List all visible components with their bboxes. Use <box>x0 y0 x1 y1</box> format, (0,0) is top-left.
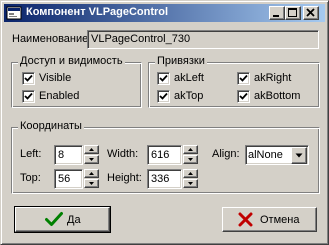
arrow-down-icon <box>188 182 193 185</box>
arrow-down-icon <box>188 158 193 161</box>
cancel-button[interactable]: Отмена <box>222 207 317 232</box>
name-value: VLPageControl_730 <box>91 33 191 45</box>
akleft-label: akLeft <box>174 72 204 84</box>
height-value: 336 <box>151 173 170 185</box>
checkmark-icon <box>159 92 168 100</box>
arrow-up-icon <box>188 172 193 175</box>
cancel-label: Отмена <box>260 214 300 226</box>
akright-label: akRight <box>254 72 292 84</box>
akright-checkbox[interactable] <box>237 72 250 85</box>
access-group-title: Доступ и видимость <box>18 55 125 67</box>
dialog-window: Компонент VLPageControl Наименование: VL… <box>0 0 329 245</box>
top-label: Top: <box>20 172 41 184</box>
width-spin-down[interactable] <box>183 155 198 164</box>
maximize-button[interactable] <box>285 6 301 20</box>
checkmark-icon <box>239 92 248 100</box>
arrow-up-icon <box>89 148 94 151</box>
minimize-button[interactable] <box>269 6 285 20</box>
enabled-label: Enabled <box>39 90 80 102</box>
width-spinner <box>183 145 198 165</box>
left-spinner <box>84 145 99 165</box>
ok-button[interactable]: Да <box>14 206 111 233</box>
close-icon <box>306 8 315 17</box>
height-spin-down[interactable] <box>183 179 198 188</box>
maximize-icon <box>288 8 297 17</box>
akleft-checkbox[interactable] <box>157 72 170 85</box>
component-icon <box>6 5 22 21</box>
width-label: Width: <box>107 148 139 160</box>
anchors-group-title: Привязки <box>155 55 207 67</box>
height-label: Height: <box>107 172 142 184</box>
left-value: 8 <box>58 149 65 161</box>
left-label: Left: <box>20 148 42 160</box>
visible-checkbox[interactable] <box>22 72 35 85</box>
minimize-icon <box>273 15 279 17</box>
chevron-down-icon <box>295 153 303 158</box>
arrow-down-icon <box>89 182 94 185</box>
top-spinner <box>84 169 99 189</box>
checkmark-icon <box>45 212 63 226</box>
width-input[interactable]: 616 <box>147 145 182 165</box>
height-input[interactable]: 336 <box>147 169 182 189</box>
top-value: 56 <box>58 173 71 185</box>
height-spin-up[interactable] <box>183 169 198 178</box>
checkmark-icon <box>24 92 33 100</box>
arrow-up-icon <box>188 148 193 151</box>
name-label: Наименование: <box>12 33 92 45</box>
window-title: Компонент VLPageControl <box>26 6 169 18</box>
width-spin-up[interactable] <box>183 145 198 154</box>
akbottom-label: akBottom <box>254 90 301 102</box>
name-field: VLPageControl_730 <box>87 30 319 49</box>
close-button[interactable] <box>303 6 319 20</box>
align-dropdown-button[interactable] <box>291 147 307 164</box>
left-input[interactable]: 8 <box>54 145 83 165</box>
ok-label: Да <box>67 214 81 226</box>
arrow-down-icon <box>89 158 94 161</box>
checkmark-icon <box>159 74 168 82</box>
align-select[interactable]: alNone <box>245 145 309 165</box>
visible-label: Visible <box>39 72 72 84</box>
align-value: alNone <box>248 149 283 161</box>
left-spin-up[interactable] <box>84 145 99 154</box>
aktop-checkbox[interactable] <box>157 90 170 103</box>
akbottom-checkbox[interactable] <box>237 90 250 103</box>
height-spinner <box>183 169 198 189</box>
title-bar[interactable]: Компонент VLPageControl <box>4 4 325 22</box>
checkmark-icon <box>24 74 33 82</box>
top-input[interactable]: 56 <box>54 169 83 189</box>
align-label: Align: <box>212 148 240 160</box>
aktop-label: akTop <box>174 90 204 102</box>
coords-group-title: Координаты <box>18 120 84 132</box>
enabled-checkbox[interactable] <box>22 90 35 103</box>
checkmark-icon <box>239 74 248 82</box>
width-value: 616 <box>151 149 170 161</box>
arrow-up-icon <box>89 172 94 175</box>
top-spin-up[interactable] <box>84 169 99 178</box>
top-spin-down[interactable] <box>84 179 99 188</box>
cross-icon <box>238 212 253 227</box>
left-spin-down[interactable] <box>84 155 99 164</box>
